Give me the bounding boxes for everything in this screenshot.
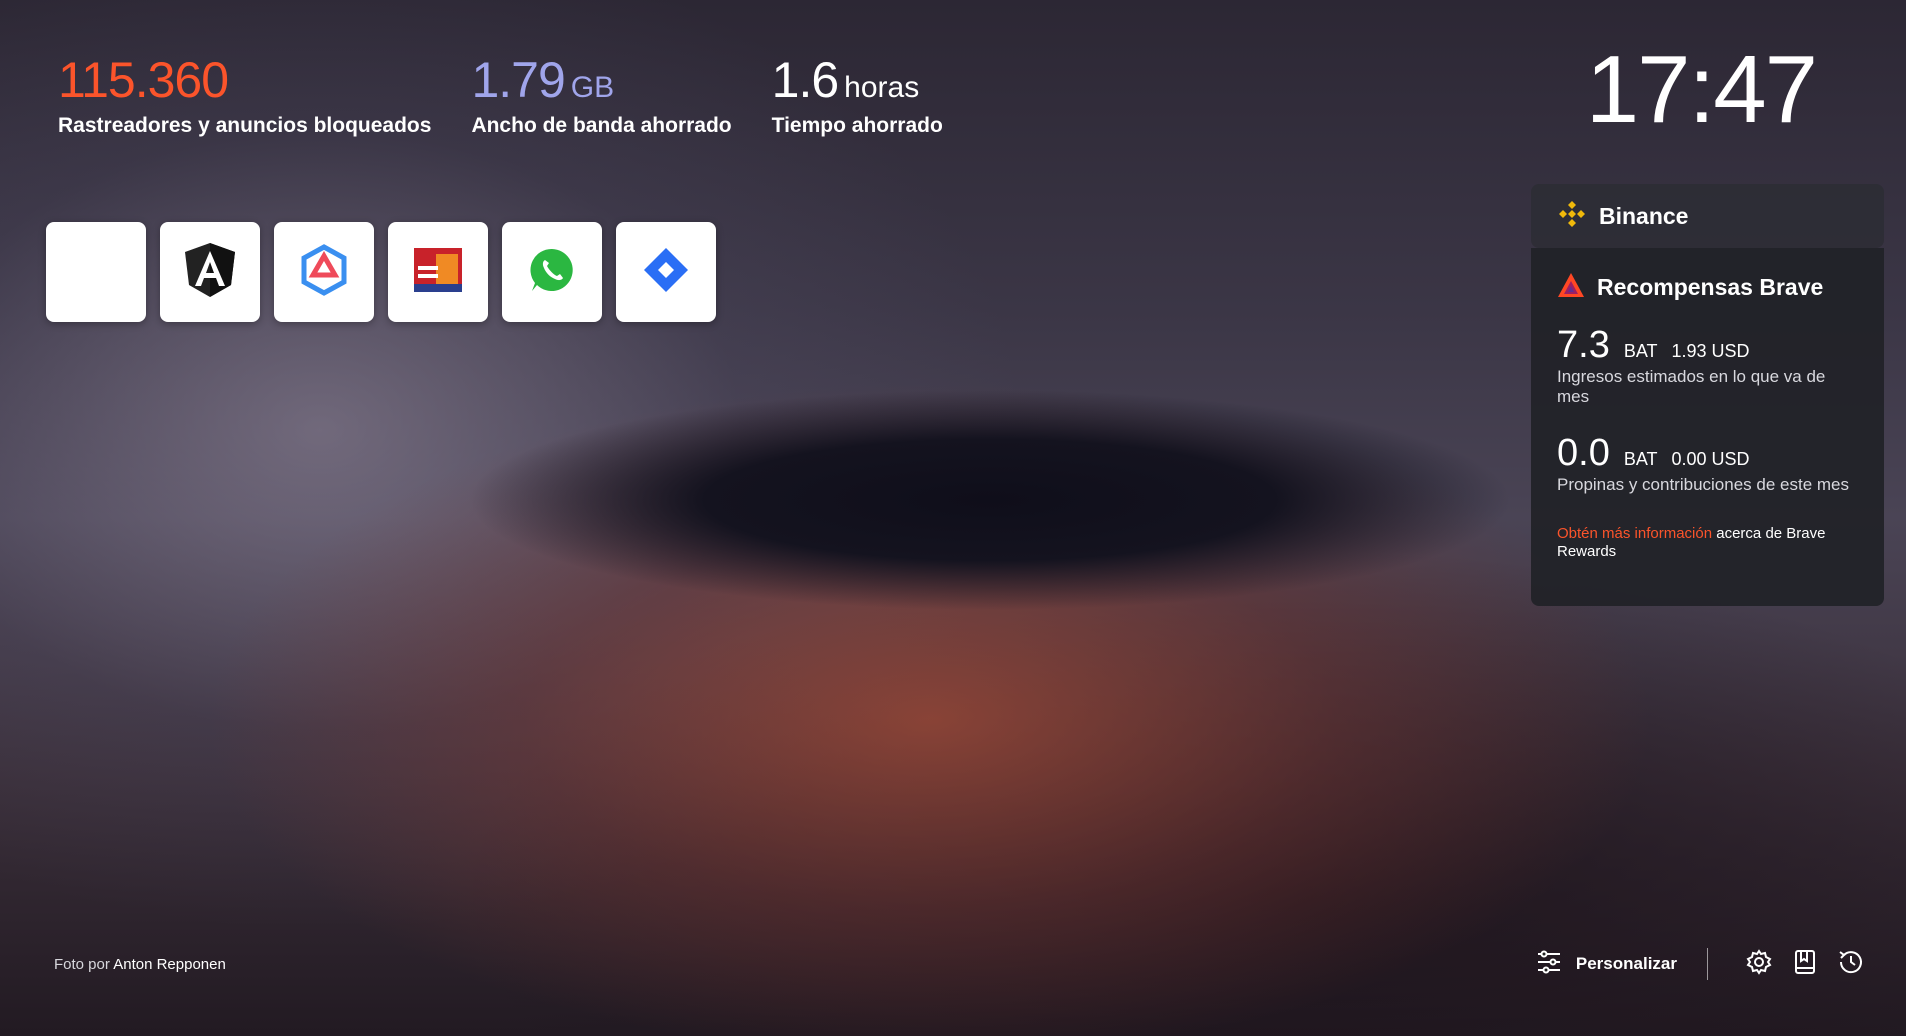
- jira-icon: [641, 245, 691, 300]
- earnings-row: 7.3 BAT 1.93 USD: [1557, 325, 1858, 365]
- earnings-description: Ingresos estimados en lo que va de mes: [1557, 367, 1826, 406]
- bat-icon: [1557, 272, 1585, 303]
- hexagon-app-icon: [300, 243, 348, 301]
- rewards-title: Recompensas Brave: [1597, 274, 1824, 300]
- earnings-bat-unit: BAT: [1623, 341, 1658, 361]
- building-site-icon: [412, 244, 464, 301]
- top-site-tile[interactable]: [388, 222, 488, 322]
- credit-prefix: Foto por: [54, 956, 110, 973]
- bandwidth-label: Ancho de banda ahorrado: [471, 114, 732, 137]
- top-site-tile[interactable]: [502, 222, 602, 322]
- tips-bat-value: 0.0: [1557, 432, 1610, 474]
- photo-credit: Foto por Anton Repponen: [54, 956, 226, 973]
- time-value-row: 1.6 horas: [772, 52, 943, 108]
- time-value: 1.6: [771, 52, 840, 108]
- time-label: Tiempo ahorrado: [771, 114, 943, 137]
- clock: 17:47: [1585, 36, 1818, 143]
- trackers-label: Rastreadores y anuncios bloqueados: [58, 114, 432, 137]
- tips-description: Propinas y contribuciones de este mes: [1557, 475, 1849, 494]
- angular-icon: [183, 241, 237, 304]
- learn-more-text: Obtén más información acerca de Brave Re…: [1557, 525, 1857, 561]
- bottom-toolbar: Personalizar: [1536, 944, 1866, 984]
- history-icon: [1837, 948, 1865, 981]
- trackers-value: 115.360: [58, 52, 229, 108]
- tips-bat-unit: BAT: [1623, 449, 1658, 469]
- bookmark-icon: [1793, 949, 1817, 980]
- customize-label: Personalizar: [1575, 954, 1677, 973]
- stat-bandwidth: 1.79 GB Ancho de banda ahorrado: [471, 52, 731, 138]
- stat-trackers: 115.360 Rastreadores y anuncios bloquead…: [58, 52, 431, 138]
- bandwidth-value-row: 1.79 GB: [471, 52, 731, 108]
- bandwidth-unit: GB: [570, 71, 615, 104]
- credit-name[interactable]: Anton Repponen: [113, 956, 226, 973]
- whatsapp-icon: [527, 245, 577, 300]
- earnings-usd: 1.93 USD: [1671, 341, 1750, 361]
- top-site-tile[interactable]: [274, 222, 374, 322]
- top-site-tile[interactable]: [616, 222, 716, 322]
- top-site-tile[interactable]: [160, 222, 260, 322]
- top-site-tile[interactable]: [46, 222, 146, 322]
- toolbar-divider: [1707, 948, 1708, 980]
- gear-icon: [1746, 948, 1772, 980]
- learn-more-link[interactable]: Obtén más información: [1557, 525, 1712, 542]
- customize-button[interactable]: Personalizar: [1536, 949, 1677, 980]
- bandwidth-value: 1.79: [471, 52, 565, 108]
- binance-widget[interactable]: Binance: [1531, 184, 1884, 248]
- tips-row: 0.0 BAT 0.00 USD: [1557, 433, 1858, 473]
- sliders-icon: [1536, 949, 1562, 980]
- time-unit: horas: [844, 71, 920, 104]
- rewards-header: Recompensas Brave: [1557, 272, 1858, 303]
- binance-title: Binance: [1599, 202, 1689, 229]
- earnings-bat-value: 7.3: [1557, 324, 1610, 366]
- tips-usd: 0.00 USD: [1671, 449, 1750, 469]
- settings-button[interactable]: [1744, 948, 1774, 980]
- stat-time-saved: 1.6 horas Tiempo ahorrado: [772, 52, 943, 138]
- top-sites: [46, 222, 716, 322]
- trackers-value-row: 115.360: [58, 52, 431, 108]
- stats-panel: 115.360 Rastreadores y anuncios bloquead…: [58, 52, 943, 138]
- brave-rewards-widget: Recompensas Brave 7.3 BAT 1.93 USD Ingre…: [1531, 248, 1884, 606]
- binance-icon: [1557, 199, 1587, 234]
- bookmarks-button[interactable]: [1790, 949, 1820, 979]
- history-button[interactable]: [1836, 949, 1866, 979]
